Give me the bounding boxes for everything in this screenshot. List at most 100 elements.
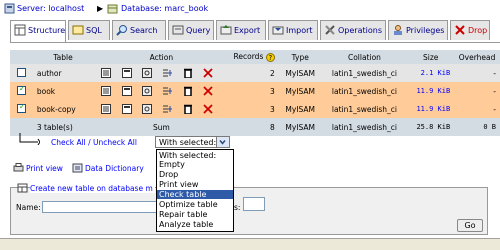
server-link[interactable]: Server: localhost <box>17 4 84 13</box>
database-link[interactable]: Database: marc_book <box>121 4 208 13</box>
header-records[interactable]: Records ? <box>229 50 279 64</box>
tab-operations[interactable]: Operations <box>320 20 386 40</box>
summary-row: 3 table(s) Sum 8 MyISAM latin1_swedish_c… <box>10 118 500 136</box>
header-records-label: Records <box>233 52 264 62</box>
row-actions <box>93 82 230 100</box>
collation-cell: latin1_swedish_ci <box>321 82 408 100</box>
summary-label: Sum <box>93 118 230 136</box>
new-table-icon <box>17 183 28 193</box>
header-size[interactable]: Size <box>407 50 455 64</box>
header-table[interactable]: Table <box>32 50 94 64</box>
chevron-down-icon <box>219 140 226 145</box>
help-icon[interactable]: ? <box>265 52 275 62</box>
tab-query[interactable]: Query <box>168 20 214 40</box>
breadcrumb-separator: ▶ <box>97 4 104 13</box>
header-checkbox-col <box>10 50 33 64</box>
create-table-legend[interactable]: Create new table on database m <box>30 184 155 193</box>
option-with-selected[interactable]: With selected: <box>159 151 216 160</box>
header-overhead[interactable]: Overhead <box>454 50 500 64</box>
row-checkbox[interactable] <box>16 102 26 113</box>
option-drop[interactable]: Drop <box>159 170 178 179</box>
with-selected-select[interactable]: With selected: <box>155 136 230 148</box>
overhead-cell: - <box>454 82 500 100</box>
records-cell: 3 <box>229 100 279 118</box>
empty-icon[interactable] <box>183 86 193 96</box>
browse-icon[interactable] <box>101 86 112 96</box>
print-view-link[interactable]: Print view <box>26 164 63 173</box>
drop-row-icon[interactable] <box>203 68 213 78</box>
search-table-icon[interactable] <box>141 86 152 96</box>
size-cell[interactable]: 2.1 KiB <box>407 64 455 82</box>
option-optimize-table[interactable]: Optimize table <box>159 200 218 209</box>
insert-icon[interactable] <box>162 86 173 96</box>
tab-sql[interactable]: SQL <box>68 20 110 40</box>
tables-list: Table Action Records ? Type Collation Si… <box>10 50 500 136</box>
size-cell[interactable]: 11.9 KiB <box>407 82 455 100</box>
drop-row-icon[interactable] <box>203 104 213 114</box>
fields-label: s: <box>234 203 241 212</box>
summary-overhead: 0 B <box>454 118 500 136</box>
name-label: Name: <box>16 203 41 212</box>
empty-icon[interactable] <box>183 68 193 78</box>
tab-privileges-label: Privileges <box>406 26 445 35</box>
structure-icon[interactable] <box>121 86 132 96</box>
tab-search[interactable]: Search <box>112 20 166 40</box>
browse-icon[interactable] <box>101 68 112 78</box>
overhead-cell: - <box>454 64 500 82</box>
drop-icon <box>455 25 465 35</box>
search-table-icon[interactable] <box>141 104 152 114</box>
type-cell: MyISAM <box>278 100 322 118</box>
records-cell: 2 <box>229 64 279 82</box>
tab-structure[interactable]: Structure <box>10 20 66 42</box>
header-type[interactable]: Type <box>278 50 322 64</box>
header-collation[interactable]: Collation <box>321 50 408 64</box>
tab-import-label: Import <box>286 26 313 35</box>
data-dictionary-icon <box>72 163 83 173</box>
tab-drop[interactable]: Drop <box>450 20 490 40</box>
table-name[interactable]: author <box>32 64 94 82</box>
operations-icon <box>325 25 335 35</box>
with-selected-value: With selected: <box>159 138 217 147</box>
table-name-input[interactable] <box>42 201 157 213</box>
tab-search-label: Search <box>130 26 158 35</box>
option-analyze-table[interactable]: Analyze table <box>159 220 213 229</box>
structure-icon[interactable] <box>121 104 132 114</box>
check-all-link[interactable]: Check All / Uncheck All <box>51 138 137 147</box>
size-cell[interactable]: 11.9 KiB <box>407 100 455 118</box>
option-repair-table[interactable]: Repair table <box>159 210 207 219</box>
search-table-icon[interactable] <box>141 68 152 78</box>
tab-sql-label: SQL <box>86 26 102 35</box>
go-button[interactable]: Go <box>457 219 483 232</box>
dropdown-button[interactable] <box>216 137 229 147</box>
records-cell: 3 <box>229 82 279 100</box>
tab-operations-label: Operations <box>338 26 382 35</box>
type-cell: MyISAM <box>278 82 322 100</box>
overhead-cell: - <box>454 100 500 118</box>
tab-import[interactable]: Import <box>268 20 318 40</box>
tab-privileges[interactable]: Privileges <box>388 20 448 40</box>
table-row: book 3 MyISAM latin1_swedish_ci 11.9 KiB… <box>10 82 500 100</box>
tab-export[interactable]: Export <box>216 20 266 40</box>
drop-row-icon[interactable] <box>203 86 213 96</box>
structure-icon[interactable] <box>121 68 132 78</box>
insert-icon[interactable] <box>162 68 173 78</box>
with-selected-options: With selected: Empty Drop Print view Che… <box>156 149 234 232</box>
sql-icon <box>72 25 84 35</box>
browse-icon[interactable] <box>101 104 112 114</box>
insert-icon[interactable] <box>162 104 173 114</box>
table-name[interactable]: book-copy <box>32 100 94 118</box>
status-bar <box>0 238 500 250</box>
collation-cell: latin1_swedish_ci <box>321 100 408 118</box>
fields-count-input[interactable] <box>243 197 265 211</box>
row-checkbox[interactable] <box>16 67 26 77</box>
table-name[interactable]: book <box>32 82 94 100</box>
option-empty[interactable]: Empty <box>159 160 185 169</box>
table-row: book-copy 3 MyISAM latin1_swedish_ci 11.… <box>10 100 500 118</box>
option-check-table[interactable]: Check table <box>157 190 233 199</box>
data-dictionary-link[interactable]: Data Dictionary <box>85 164 144 173</box>
option-print-view[interactable]: Print view <box>159 180 198 189</box>
search-icon <box>116 25 127 36</box>
tab-drop-label: Drop <box>468 26 488 35</box>
empty-icon[interactable] <box>183 104 193 114</box>
row-checkbox[interactable] <box>16 84 26 95</box>
